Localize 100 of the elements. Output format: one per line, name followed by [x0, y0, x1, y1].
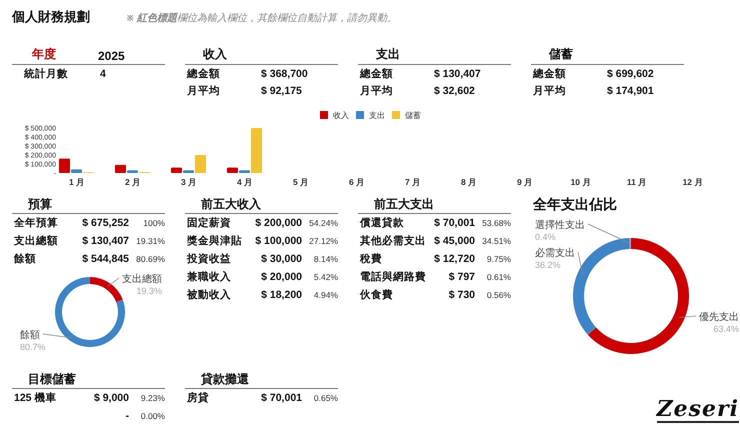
row-value: - [126, 410, 129, 422]
section-title: 前五大支出 [358, 196, 511, 214]
row-label: 固定薪資 [186, 216, 232, 230]
row-value: $ 200,000 [255, 217, 302, 229]
section-title: 目標儲蓄 [12, 371, 165, 389]
section-title: 貸款攤還 [185, 371, 338, 389]
row-value: 4 [100, 68, 106, 80]
axis-label: 1 月 [68, 177, 86, 187]
row-share: 0.00% [140, 411, 165, 421]
row-share: 0.65% [312, 393, 338, 403]
row-share: 0.56% [486, 290, 511, 300]
row-label: 總金額 [532, 66, 567, 80]
row-value: $ 92,175 [261, 84, 302, 96]
row-value: $ 12,720 [434, 253, 475, 265]
row-label: 房貸 [186, 391, 210, 405]
row-share: 8.14% [312, 254, 338, 264]
row-value: $ 730 [448, 289, 475, 301]
row-share: 19.31% [135, 236, 165, 246]
data-label: 80.7% [20, 342, 46, 352]
row-value: $ 130,407 [434, 68, 481, 80]
row-value: $ 130,407 [82, 235, 129, 247]
row-value: $ 32,602 [434, 84, 475, 96]
section-title: 支出 [375, 46, 401, 63]
axis-label: 4 月 [236, 177, 254, 187]
row-label: 被動收入 [186, 288, 232, 302]
axis-label: 10 月 [570, 177, 592, 187]
row-value: $ 675,252 [82, 217, 129, 229]
row-share: 4.94% [312, 290, 338, 300]
axis-label: 2 月 [124, 177, 142, 187]
row-label: 稅費 [358, 252, 383, 266]
row-share: 54.24% [308, 218, 338, 228]
row-value: $ 45,000 [434, 235, 475, 247]
leader-line [678, 316, 696, 318]
section-title: 預算 [12, 196, 165, 214]
leader-line [588, 224, 631, 244]
chart-label: 選擇性支出 [535, 220, 585, 231]
row-value: $ 70,001 [434, 217, 475, 229]
legend-label: 儲蓄 [405, 111, 421, 120]
row-share: 80.69% [135, 254, 165, 264]
row-value: $ 9,000 [94, 392, 129, 404]
row-share: 34.51% [481, 236, 511, 246]
row-value: $ 797 [448, 271, 475, 283]
section-title: 收入 [202, 46, 228, 63]
leader-line [578, 252, 584, 276]
row-label: 全年預算 [13, 216, 59, 230]
input-value: 2025 [98, 49, 125, 63]
row-label: 獎金與津貼 [186, 234, 243, 248]
row-share: 53.68% [481, 218, 511, 228]
axis-label: 12 月 [682, 177, 704, 187]
data-label: 63.4% [713, 324, 739, 334]
row-label: 月平均 [532, 84, 567, 98]
row-value: $ 174,901 [607, 84, 654, 96]
legend-label: 支出 [369, 111, 385, 120]
row-label: 月平均 [186, 84, 221, 98]
row-value: $ 70,001 [261, 392, 302, 404]
row-value: $ 30,000 [261, 253, 302, 265]
axis-label: 8 月 [460, 177, 478, 187]
axis-label: 6 月 [348, 177, 366, 187]
page-title: 個人財務規劃 [12, 8, 90, 26]
row-value: $ 699,602 [607, 68, 654, 80]
row-share: 27.12% [308, 236, 338, 246]
row-label: 電話與網路費 [359, 270, 427, 284]
axis-label: 11 月 [626, 177, 648, 187]
row-share: 9.23% [140, 393, 165, 403]
chart-label: 必需支出 [535, 248, 575, 259]
chart-label: 支出總額 [122, 274, 162, 285]
chart-label: 餘額 [20, 330, 40, 341]
row-value: $ 20,000 [261, 271, 302, 283]
row-label: 總金額 [186, 66, 221, 80]
row-share: 0.61% [486, 272, 511, 282]
row-share: 100% [142, 218, 165, 228]
data-label: 19.3% [136, 286, 162, 296]
instruction-note: ※ 紅色標題欄位為輸入欄位，其餘欄位自動計算，請勿異動。 [126, 12, 398, 25]
row-label: 總金額 [358, 66, 394, 80]
row-label: 月平均 [359, 84, 394, 98]
axis-label: 9 月 [516, 177, 534, 187]
data-label: 36.2% [535, 260, 561, 270]
data-label: 0.4% [535, 232, 556, 242]
row-value: $ 368,700 [261, 68, 308, 80]
axis-label: 3 月 [180, 177, 198, 187]
row-share: 5.42% [312, 272, 338, 282]
row-value: $ 18,200 [261, 289, 302, 301]
row-label: 其他必需支出 [359, 234, 427, 248]
leader-line [108, 278, 120, 286]
row-label: 兼職收入 [186, 270, 232, 284]
logo: Zeseri [656, 398, 739, 423]
axis-label: 7 月 [404, 177, 422, 187]
input-label: 年度 [30, 46, 57, 63]
row-label: 投資收益 [186, 252, 232, 266]
row-value: $ 100,000 [255, 235, 302, 247]
row-label: 支出總額 [13, 234, 59, 248]
row-share: 9.75% [486, 254, 511, 264]
chart-title: 全年支出佔比 [532, 196, 618, 214]
row-value: $ 544,845 [82, 253, 129, 265]
axis-label: 5 月 [292, 177, 310, 187]
leader-line [42, 334, 72, 338]
section-title: 前五大收入 [185, 196, 338, 214]
row-label: 伙食費 [358, 288, 394, 302]
row-label: 償還貸款 [358, 216, 405, 230]
row-label: 125 機車 [13, 391, 58, 405]
